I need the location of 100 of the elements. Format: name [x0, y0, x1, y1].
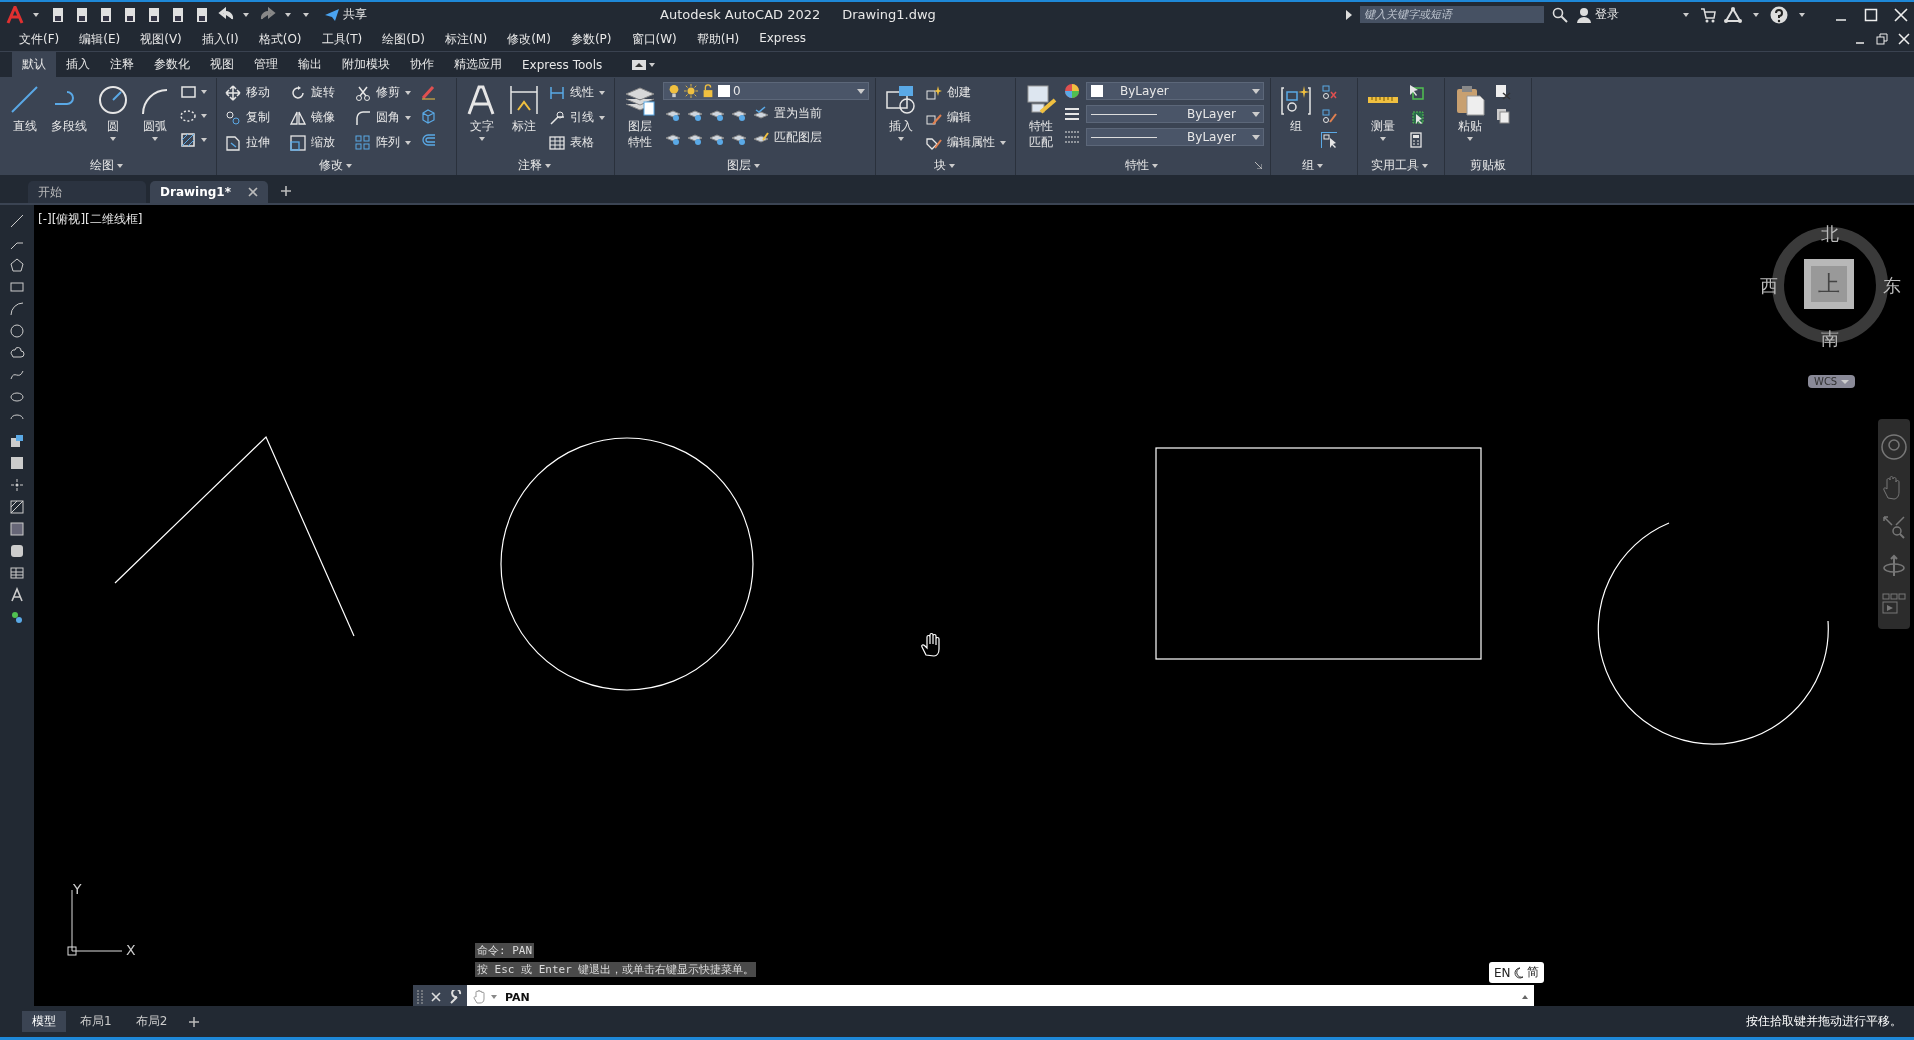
ribbon-button[interactable]: 测量 [1364, 82, 1402, 143]
ribbon-button[interactable]: 复制 [223, 107, 272, 128]
rectangle[interactable] [1155, 447, 1482, 660]
cloud-icon[interactable] [9, 345, 25, 361]
ribbon-button[interactable]: 拉伸 [223, 132, 272, 153]
table-tool-icon[interactable] [9, 565, 25, 581]
menu-item[interactable]: 修改(M) [507, 30, 564, 48]
tool-button[interactable] [1493, 82, 1513, 102]
caret-icon[interactable] [754, 163, 760, 168]
menu-item[interactable]: 格式(O) [258, 30, 315, 48]
caret-icon[interactable] [303, 12, 309, 17]
panel-title[interactable]: 实用工具 [1371, 157, 1419, 174]
ribbon-button[interactable]: 引线 [547, 107, 596, 128]
plus-icon[interactable] [280, 184, 292, 197]
caret-icon[interactable] [1317, 163, 1323, 168]
panel-title[interactable]: 修改 [318, 157, 343, 174]
caret-icon[interactable] [405, 90, 411, 95]
tool-button[interactable] [1319, 106, 1339, 126]
ribbon-tab[interactable]: 参数化 [144, 52, 200, 77]
caret-icon[interactable] [243, 12, 249, 17]
ribbon-tab[interactable]: 附加模块 [332, 52, 400, 77]
ribbon-button[interactable]: 多段线 [48, 82, 90, 137]
text-tool-icon[interactable] [9, 587, 25, 603]
caret-icon[interactable] [33, 12, 39, 17]
ribbon-button[interactable]: 圆角 [353, 107, 402, 128]
rectangle-tool-icon[interactable] [9, 279, 25, 295]
menu-item[interactable]: 视图(V) [140, 30, 195, 48]
layout-tab[interactable]: 模型 [22, 1011, 66, 1032]
tool-button[interactable] [178, 130, 198, 150]
menu-item[interactable]: Express [759, 30, 819, 48]
ribbon-button[interactable]: 圆弧 [136, 82, 174, 143]
caret-icon[interactable] [285, 12, 291, 17]
caret-icon[interactable] [405, 140, 411, 145]
search-icon[interactable] [1552, 6, 1568, 23]
block-tool-icon[interactable] [9, 455, 25, 471]
caret-icon[interactable] [857, 88, 865, 94]
caret-icon[interactable] [1683, 12, 1689, 17]
dialog-launcher-icon[interactable] [1255, 162, 1262, 169]
wcs-dropdown[interactable]: WCS [1808, 375, 1856, 388]
triangle-nodes-icon[interactable] [1724, 6, 1742, 23]
menu-item[interactable]: 绘图(D) [382, 30, 438, 48]
panel-title[interactable]: 块 [933, 157, 946, 174]
gradient-icon[interactable] [9, 521, 25, 537]
command-input[interactable]: PAN [467, 985, 1534, 1006]
caret-icon[interactable] [599, 115, 605, 120]
expand-arrow-icon[interactable] [1346, 9, 1352, 20]
help-icon[interactable] [1770, 5, 1788, 24]
panel-title[interactable]: 组 [1302, 157, 1314, 174]
caret-icon[interactable] [1252, 111, 1260, 117]
dropdown[interactable]: ByLayer [1086, 82, 1264, 100]
ellipse-tool-icon[interactable] [9, 389, 25, 405]
layout-tab[interactable]: 布局1 [70, 1011, 122, 1032]
caret-icon[interactable] [948, 163, 955, 168]
dropdown[interactable]: ByLayer [1086, 128, 1264, 146]
menu-item[interactable]: 文件(F) [19, 30, 73, 48]
menu-item[interactable]: 参数(P) [570, 30, 625, 48]
ribbon-tab[interactable]: 默认 [12, 52, 56, 77]
panel-title[interactable]: 剪贴板 [1470, 157, 1506, 174]
caret-icon[interactable] [110, 137, 116, 141]
sign-in-button[interactable]: 登录 [1576, 6, 1672, 23]
panel-title[interactable]: 注释 [517, 157, 542, 174]
menu-item[interactable]: 标注(N) [444, 30, 501, 48]
share-button[interactable]: 共享 [324, 6, 367, 23]
caret-icon[interactable] [898, 137, 904, 141]
ribbon-tab[interactable]: 注释 [100, 52, 144, 77]
menu-item[interactable]: 编辑(E) [79, 30, 134, 48]
showmotion-icon[interactable] [1882, 593, 1906, 616]
hatch-tool-icon[interactable] [9, 499, 25, 515]
caret-icon[interactable] [1152, 163, 1158, 168]
ribbon-button[interactable]: 缩放 [288, 132, 337, 153]
ribbon-tab[interactable]: 输出 [288, 52, 332, 77]
cart-icon[interactable] [1700, 6, 1716, 23]
caret-icon[interactable] [1252, 88, 1260, 94]
compass-label[interactable]: 北 [1821, 222, 1839, 246]
file-tab[interactable]: Drawing1* [150, 181, 268, 203]
caret-icon[interactable] [1252, 134, 1260, 140]
line-tool-icon[interactable] [9, 213, 25, 229]
layer-dropdown[interactable]: 0 [663, 82, 869, 100]
dropdown[interactable]: ByLayer [1086, 105, 1264, 123]
compass-label[interactable]: 南 [1821, 327, 1839, 351]
ribbon-button[interactable]: 插入 [882, 82, 920, 143]
ribbon-button[interactable]: 阵列 [353, 132, 402, 153]
point-icon[interactable] [9, 477, 25, 493]
ribbon-button[interactable]: 组 [1277, 82, 1315, 137]
ribbon-button[interactable]: 直线 [6, 82, 44, 137]
caret-icon[interactable] [152, 137, 158, 141]
tool-button[interactable] [1319, 82, 1339, 102]
ribbon-button[interactable]: 文字 [463, 82, 501, 143]
ribbon-tab[interactable]: 插入 [56, 52, 100, 77]
caret-icon[interactable] [599, 90, 605, 95]
drawing-canvas[interactable]: [-][俯视][二维线框] Y X 北 西 上 东 南 WCS 命令: PAN 按 Esc 或 Enter 键退出，或单击右键显示快捷菜单。 EN 简 PAN [34, 205, 1914, 1006]
ribbon-button[interactable]: 修剪 [353, 82, 402, 103]
input-method-indicator[interactable]: EN 简 [1489, 962, 1544, 983]
ribbon-button[interactable]: 编辑属性 [924, 132, 997, 153]
add-selected-icon[interactable] [9, 609, 25, 625]
menu-item[interactable]: 帮助(H) [696, 30, 753, 48]
viewport-controls-label[interactable]: [-][俯视][二维线框] [38, 211, 143, 228]
arc-tool-icon[interactable] [9, 301, 25, 317]
caret-icon[interactable] [1467, 137, 1473, 141]
zoom-extents-icon[interactable] [1882, 514, 1906, 539]
